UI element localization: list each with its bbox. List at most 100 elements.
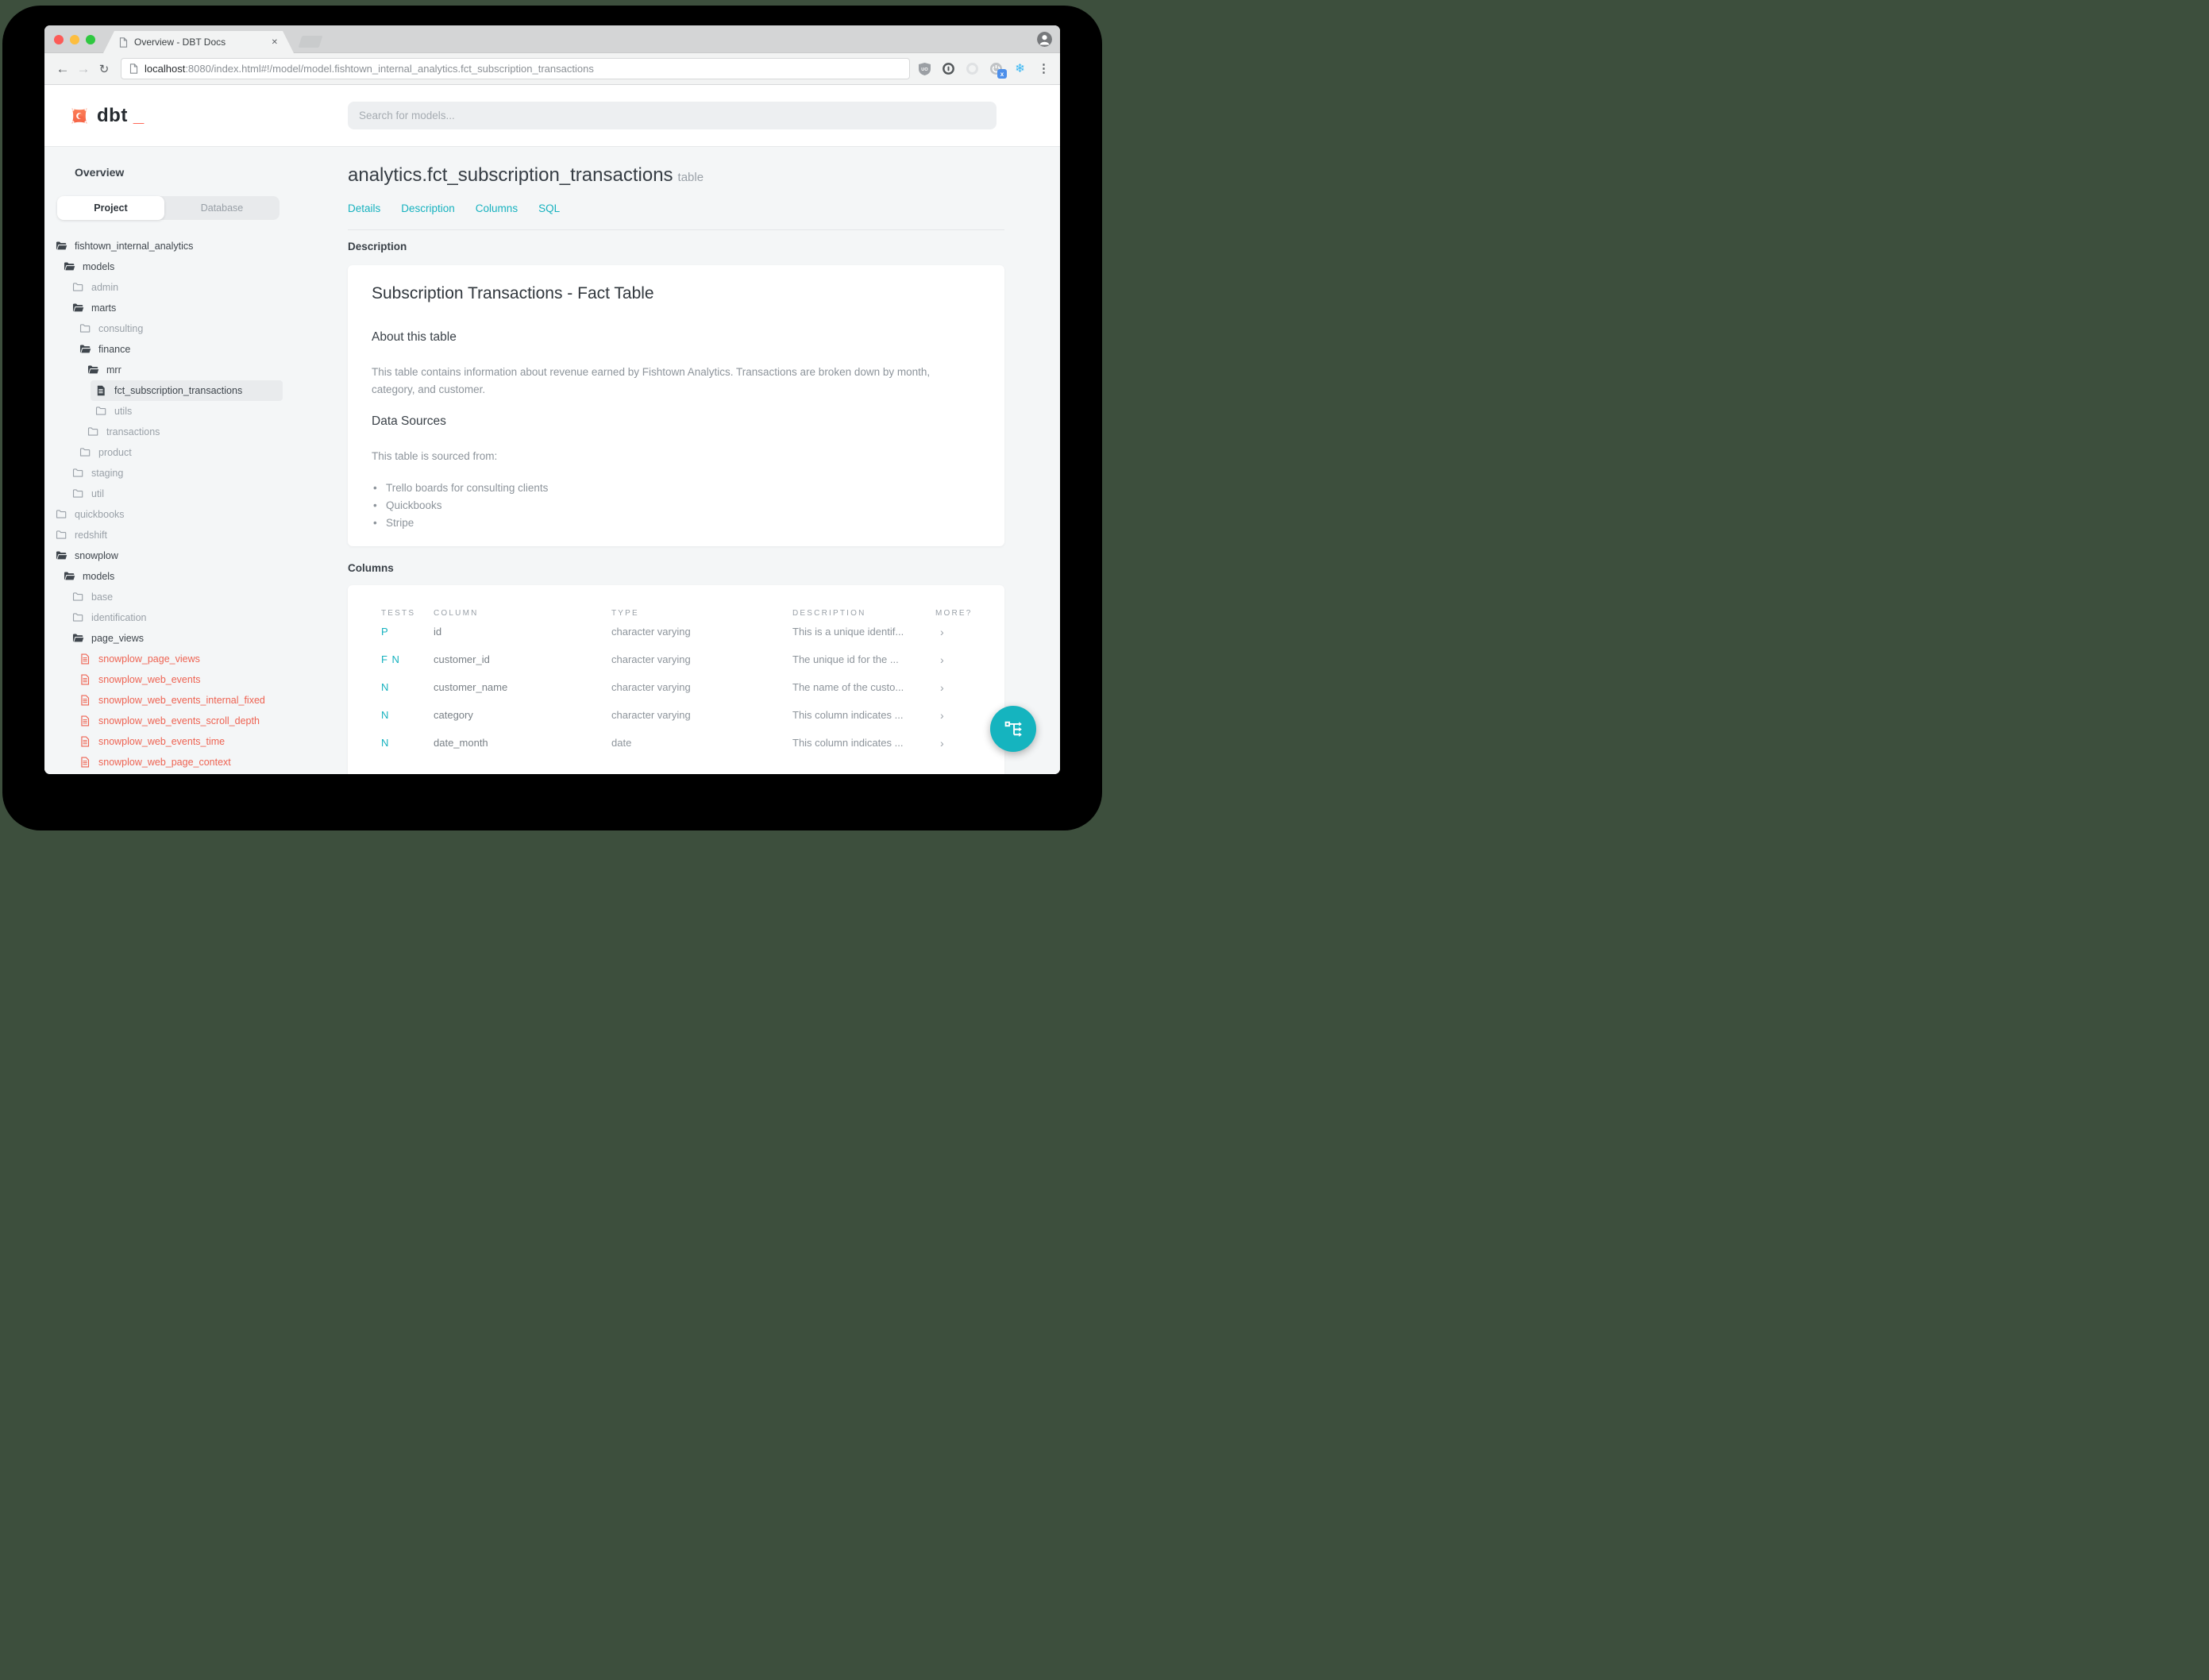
table-row[interactable]: F N customer_id character varying The un…: [381, 645, 1004, 673]
folder-open-icon: [56, 550, 67, 561]
tab-close-icon[interactable]: ✕: [272, 38, 278, 47]
nav-link-columns[interactable]: Columns: [476, 202, 518, 214]
folder-closed-icon: [79, 447, 91, 458]
file-icon: [79, 757, 91, 768]
tree-item-consulting[interactable]: consulting: [44, 318, 341, 339]
folder-closed-icon: [72, 591, 84, 603]
folder-open-icon: [64, 571, 75, 582]
disabled-extension-icon[interactable]: [966, 62, 979, 75]
tree-item-marts[interactable]: marts: [44, 298, 341, 318]
snowflake-extension-icon[interactable]: ❄: [1013, 62, 1027, 75]
folder-open-icon: [56, 241, 67, 252]
tree-item-page-views[interactable]: page_views: [44, 628, 341, 649]
description-section-heading: Description: [348, 241, 407, 252]
sidebar-view-toggle: Project Database: [57, 196, 279, 220]
file-tree: fishtown_internal_analytics models admin…: [44, 236, 341, 773]
folder-open-icon: [79, 344, 91, 355]
page-icon: [129, 64, 138, 74]
tree-item-util[interactable]: util: [44, 484, 341, 504]
nav-link-details[interactable]: Details: [348, 202, 380, 214]
folder-closed-icon: [56, 509, 67, 520]
tree-item-finance[interactable]: finance: [44, 339, 341, 360]
tree-item-snowplow-page-views[interactable]: snowplow_page_views: [44, 649, 341, 669]
nav-link-sql[interactable]: SQL: [538, 202, 560, 214]
tab-title: Overview - DBT Docs: [134, 37, 226, 48]
tree-item-utils[interactable]: utils: [44, 401, 341, 422]
table-row[interactable]: N date_month date This column indicates …: [381, 729, 1004, 757]
folder-closed-icon: [95, 406, 107, 417]
tree-item-snowplow-web-events-scroll-depth[interactable]: snowplow_web_events_scroll_depth: [44, 711, 341, 731]
logo-cursor: _: [133, 105, 145, 126]
columns-card: TESTS COLUMN TYPE DESCRIPTION MORE? P id…: [348, 585, 1004, 774]
folder-open-icon: [72, 633, 84, 644]
doc-sources-intro: This table is sourced from:: [372, 450, 498, 462]
folder-closed-icon: [72, 612, 84, 623]
tree-item-mrr[interactable]: mrr: [44, 360, 341, 380]
reload-button[interactable]: ↻: [94, 62, 114, 76]
tree-item-snowplow-web-events-time[interactable]: snowplow_web_events_time: [44, 731, 341, 752]
tab-database[interactable]: Database: [164, 196, 279, 220]
columns-section-heading: Columns: [348, 562, 394, 574]
back-button[interactable]: ←: [52, 61, 73, 77]
dbt-logo[interactable]: dbt _: [67, 104, 144, 128]
tree-item-snowplow-web-page-context[interactable]: snowplow_web_page_context: [44, 752, 341, 773]
dbt-logo-icon: [71, 108, 87, 124]
new-tab-button[interactable]: [298, 36, 323, 48]
search-input[interactable]: [348, 102, 997, 129]
tree-item-quickbooks[interactable]: quickbooks: [44, 504, 341, 525]
tree-item-snowplow[interactable]: snowplow: [44, 545, 341, 566]
password-manager-extension-icon[interactable]: [942, 62, 955, 75]
tree-item-snowplow-web-events-internal-fixed[interactable]: snowplow_web_events_internal_fixed: [44, 690, 341, 711]
table-row[interactable]: P id character varying This is a unique …: [381, 618, 1004, 645]
tree-item-redshift[interactable]: redshift: [44, 525, 341, 545]
file-icon: [79, 715, 91, 726]
url-bar[interactable]: localhost:8080/index.html#!/model/model.…: [121, 58, 910, 79]
minimize-window-button[interactable]: [70, 35, 79, 44]
close-window-button[interactable]: [54, 35, 64, 44]
tree-item-transactions[interactable]: transactions: [44, 422, 341, 442]
folder-closed-icon: [72, 282, 84, 293]
tree-item-snowplow-web-events[interactable]: snowplow_web_events: [44, 669, 341, 690]
tree-item-fct-subscription-transactions[interactable]: fct_subscription_transactions: [44, 380, 341, 401]
table-row[interactable]: N category character varying This column…: [381, 701, 1004, 729]
tree-item-identification[interactable]: identification: [44, 607, 341, 628]
nav-link-description[interactable]: Description: [401, 202, 455, 214]
folder-open-icon: [72, 302, 84, 314]
doc-title: Subscription Transactions - Fact Table: [372, 284, 654, 302]
ublock-extension-icon[interactable]: UO: [918, 62, 931, 75]
tree-item-base[interactable]: base: [44, 587, 341, 607]
chevron-right-icon[interactable]: ›: [935, 653, 1004, 666]
power-extension-icon[interactable]: x: [989, 62, 1007, 79]
extension-badge: x: [997, 69, 1007, 79]
main-content: analytics.fct_subscription_transactions t…: [341, 147, 1060, 774]
doc-about-text: This table contains information about re…: [372, 366, 931, 395]
profile-avatar[interactable]: [1037, 32, 1052, 47]
tree-item-fishtown-internal-analytics[interactable]: fishtown_internal_analytics: [44, 236, 341, 256]
tree-item-models-snowplow[interactable]: models: [44, 566, 341, 587]
person-icon: [1037, 32, 1052, 47]
file-icon: [79, 653, 91, 665]
folder-closed-icon: [79, 323, 91, 334]
tree-item-staging[interactable]: staging: [44, 463, 341, 484]
table-row[interactable]: N customer_name character varying The na…: [381, 673, 1004, 701]
logo-text: dbt: [97, 105, 128, 126]
chevron-right-icon[interactable]: ›: [935, 681, 1004, 694]
zoom-window-button[interactable]: [86, 35, 95, 44]
doc-sources-heading: Data Sources: [372, 414, 446, 428]
page-icon: [119, 37, 128, 48]
browser-tabstrip: Overview - DBT Docs ✕: [44, 25, 1060, 53]
tree-item-models[interactable]: models: [44, 256, 341, 277]
resource-type-badge: table: [677, 171, 704, 184]
browser-tab[interactable]: Overview - DBT Docs ✕: [103, 31, 294, 53]
dbt-docs-page: dbt_ Overview Project Database fishtown_…: [44, 85, 1060, 774]
tab-project[interactable]: Project: [57, 196, 164, 220]
file-icon: [79, 674, 91, 685]
chevron-right-icon[interactable]: ›: [935, 626, 1004, 638]
doc-about-heading: About this table: [372, 330, 457, 344]
tree-item-product[interactable]: product: [44, 442, 341, 463]
lineage-graph-button[interactable]: [990, 706, 1036, 752]
browser-window: Overview - DBT Docs ✕ ← → ↻ localhost:80…: [44, 25, 1060, 774]
folder-closed-icon: [87, 426, 99, 437]
browser-menu-icon[interactable]: ⋮: [1037, 62, 1051, 75]
tree-item-admin[interactable]: admin: [44, 277, 341, 298]
